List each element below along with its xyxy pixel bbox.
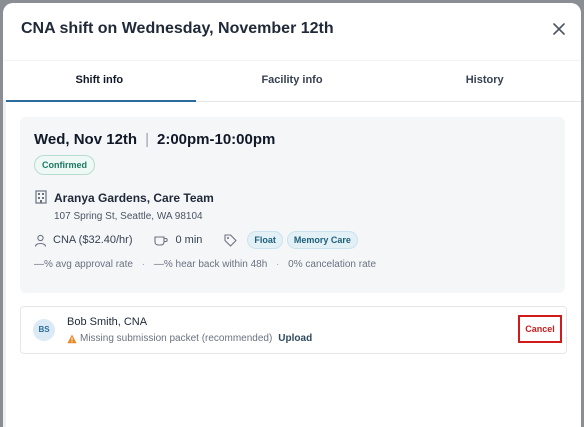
shift-attributes: CNA ($32.40/hr) 0 min Float Memory Care bbox=[34, 231, 358, 249]
tag-memory-care: Memory Care bbox=[286, 231, 358, 249]
facility-address: 107 Spring St, Seattle, WA 98104 bbox=[54, 211, 203, 222]
worker-row: BS Bob Smith, CNA Missing submission pac… bbox=[20, 306, 567, 354]
shift-datetime: Wed, Nov 12th | 2:00pm-10:00pm bbox=[34, 131, 275, 148]
shift-modal: CNA shift on Wednesday, November 12th Sh… bbox=[3, 3, 581, 427]
stat-approval-rate: —% avg approval rate bbox=[34, 259, 133, 270]
shift-date: Wed, Nov 12th bbox=[34, 131, 138, 148]
role-pay: CNA ($32.40/hr) bbox=[53, 234, 133, 246]
shift-time: 2:00pm-10:00pm bbox=[156, 131, 276, 148]
shift-details-card: Wed, Nov 12th | 2:00pm-10:00pm Confirmed… bbox=[20, 117, 565, 293]
stat-hear-back: —% hear back within 48h bbox=[153, 259, 268, 270]
warning-icon bbox=[67, 334, 77, 343]
tab-bar: Shift info Facility info History bbox=[3, 60, 581, 102]
person-icon bbox=[34, 234, 47, 247]
facility-name[interactable]: Aranya Gardens, Care Team bbox=[54, 191, 214, 205]
avatar: BS bbox=[33, 319, 55, 341]
tab-facility-info[interactable]: Facility info bbox=[196, 61, 389, 101]
modal-title: CNA shift on Wednesday, November 12th bbox=[21, 20, 334, 37]
break-duration: 0 min bbox=[175, 234, 203, 246]
building-icon bbox=[35, 190, 47, 204]
dot-separator: · bbox=[141, 259, 146, 270]
separator: | bbox=[145, 131, 149, 148]
coffee-icon bbox=[154, 234, 169, 247]
tab-shift-info[interactable]: Shift info bbox=[3, 61, 196, 102]
modal-header: CNA shift on Wednesday, November 12th bbox=[3, 3, 581, 59]
upload-link[interactable]: Upload bbox=[278, 333, 312, 344]
close-icon[interactable] bbox=[551, 21, 567, 37]
warning-text: Missing submission packet (recommended) bbox=[80, 333, 273, 344]
tag-float: Float bbox=[247, 231, 283, 249]
scrollbar[interactable] bbox=[3, 100, 6, 427]
status-badge: Confirmed bbox=[34, 155, 95, 175]
cancel-button[interactable]: Cancel bbox=[518, 315, 562, 343]
warning-message: Missing submission packet (recommended) … bbox=[67, 333, 312, 344]
tab-history[interactable]: History bbox=[388, 61, 581, 101]
dot-separator: · bbox=[276, 259, 280, 270]
tag-icon bbox=[224, 233, 237, 247]
worker-name: Bob Smith, CNA bbox=[67, 316, 148, 328]
stat-cancelation-rate: 0% cancelation rate bbox=[288, 259, 377, 270]
facility-stats: —% avg approval rate · —% hear back with… bbox=[34, 259, 376, 270]
